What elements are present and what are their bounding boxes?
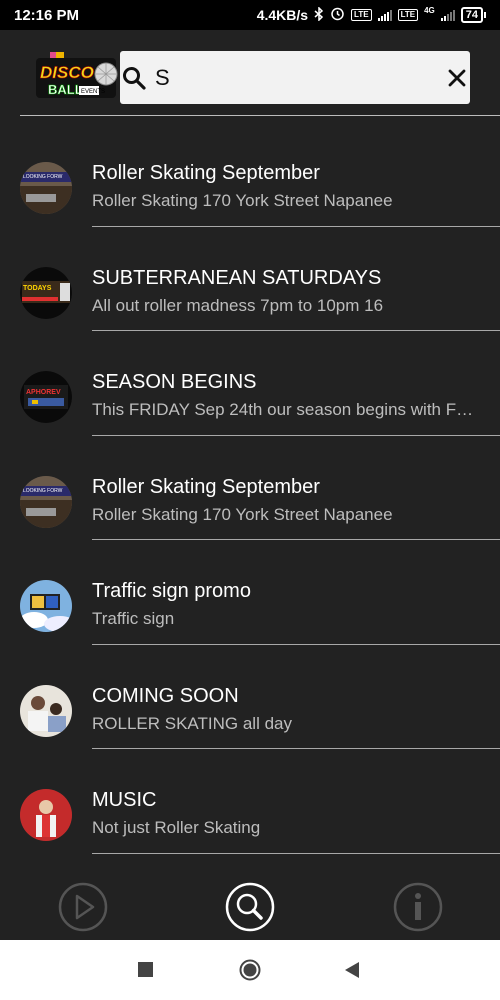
list-item[interactable]: LOOKING FORW Roller Skating September Ro… [0, 435, 500, 540]
home-button[interactable] [239, 959, 261, 986]
info-nav-button[interactable] [393, 882, 443, 932]
result-title: Roller Skating September [92, 162, 320, 184]
header-divider [20, 115, 500, 116]
clear-search-icon[interactable] [443, 69, 470, 87]
result-subtitle: ROLLER SKATING all day [92, 713, 292, 733]
svg-text:LOOKING FORW: LOOKING FORW [23, 174, 63, 180]
thumb-traffic-sign [20, 580, 72, 632]
thumb-todays: TODAYS [20, 266, 72, 319]
list-item[interactable]: Traffic sign promo Traffic sign [0, 539, 500, 645]
battery-level: 74 [460, 7, 483, 23]
status-time: 12:16 PM [14, 6, 80, 24]
result-subtitle: Not just Roller Skating [92, 818, 261, 837]
svg-text:TODAYS: TODAYS [23, 285, 52, 292]
alarm-icon [330, 6, 345, 24]
back-button[interactable] [344, 962, 360, 983]
network-speed: 4.4KB/s [256, 7, 309, 23]
status-bar: 12:16 PM 4.4KB/s LTE LTE 4G 74 [0, 0, 500, 30]
result-subtitle: Roller Skating 170 York Street Napanee [92, 504, 393, 524]
bottom-navigation [0, 872, 500, 940]
volte-badge-2: LTE [397, 9, 419, 21]
list-item[interactable]: LOOKING FORW Roller Skating September Ro… [0, 121, 500, 227]
header: DISCO BALL EVENTS [0, 30, 500, 116]
play-icon [58, 882, 108, 932]
play-nav-button[interactable] [58, 882, 108, 932]
thumb-music [20, 789, 72, 841]
result-subtitle: All out roller madness 7pm to 10pm 16 [92, 295, 384, 315]
search-bar [120, 51, 470, 104]
result-title: SUBTERRANEAN SATURDAYS [92, 266, 382, 289]
thumb-season: APHOREV [20, 371, 72, 423]
list-item[interactable]: APHOREV SEASON BEGINS This FRIDAY Sep 24… [0, 330, 500, 436]
result-title: MUSIC [92, 789, 157, 811]
bluetooth-icon [314, 5, 324, 24]
system-navigation-bar [0, 940, 500, 1000]
search-icon [120, 66, 147, 90]
recents-button[interactable] [138, 962, 154, 983]
signal-icon-2 [440, 9, 455, 21]
search-nav-icon [225, 882, 275, 932]
result-subtitle: Roller Skating 170 York Street Napanee [92, 191, 393, 210]
result-title: Traffic sign promo [92, 580, 251, 602]
search-results-list: LOOKING FORW Roller Skating September Ro… [0, 121, 500, 854]
result-title: Roller Skating September [92, 475, 320, 498]
search-nav-button[interactable] [225, 882, 275, 932]
result-title: COMING SOON [92, 684, 239, 707]
thumb-looking-forward: LOOKING FORW [20, 475, 72, 528]
network-type: 4G [424, 6, 435, 15]
list-item[interactable]: COMING SOON ROLLER SKATING all day [0, 644, 500, 749]
search-input[interactable] [147, 64, 443, 91]
signal-icon-1 [377, 9, 392, 21]
result-subtitle: This FRIDAY Sep 24th our season begins w… [92, 400, 474, 419]
app-logo[interactable]: DISCO BALL EVENTS [34, 52, 118, 100]
row-divider [92, 852, 500, 854]
thumb-people [20, 684, 72, 737]
svg-text:BALL: BALL [48, 82, 83, 97]
svg-text:LOOKING FORW: LOOKING FORW [23, 488, 63, 494]
result-title: SEASON BEGINS [92, 371, 257, 393]
thumb-looking-forward: LOOKING FORW [20, 162, 72, 214]
volte-badge-1: LTE [351, 9, 372, 21]
svg-text:EVENTS: EVENTS [81, 89, 105, 95]
list-item[interactable]: TODAYS SUBTERRANEAN SATURDAYS All out ro… [0, 226, 500, 331]
svg-text:DISCO: DISCO [40, 63, 94, 82]
battery-icon: 74 [460, 7, 486, 23]
info-icon [393, 882, 443, 932]
result-subtitle: Traffic sign [92, 609, 175, 628]
svg-text:APHOREV: APHOREV [26, 389, 61, 396]
list-item[interactable]: MUSIC Not just Roller Skating [0, 748, 500, 854]
